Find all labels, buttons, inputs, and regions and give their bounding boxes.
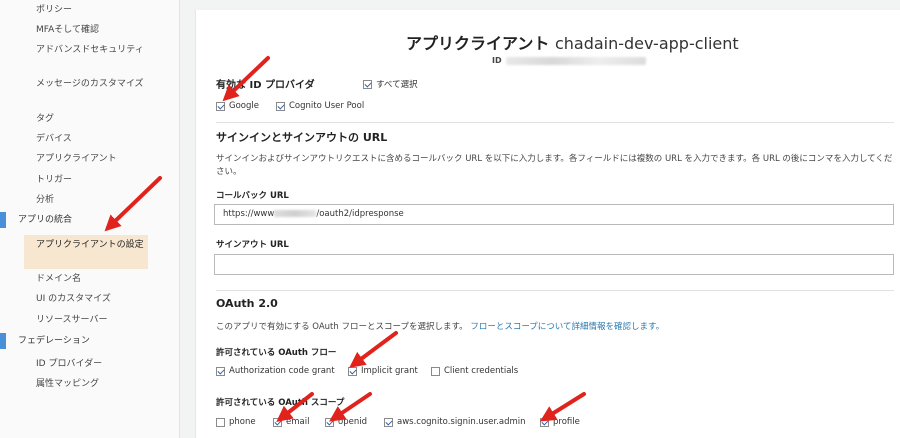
checkbox-label: Google [229,101,259,111]
scope-cognito-admin-checkbox[interactable]: aws.cognito.signin.user.admin [384,417,526,427]
checkbox-label: profile [553,417,580,427]
flow-client-credentials-checkbox[interactable]: Client credentials [431,366,518,376]
checkbox-box[interactable] [540,417,549,427]
client-id-label: ID [492,56,502,65]
sidebar-item-app-clients[interactable]: アプリクライアント [36,152,166,167]
select-all-checkbox[interactable]: すべて選択 [363,78,418,90]
scope-phone-checkbox[interactable]: phone [216,417,256,427]
checkbox-box[interactable] [384,417,393,427]
checkbox-box[interactable] [216,101,225,111]
oauth-description: このアプリで有効にする OAuth フローとスコープを選択します。 フローとスコ… [216,321,664,334]
callback-url-suffix: /oauth2/idpresponse [316,209,404,219]
checkbox-box[interactable] [273,417,282,427]
checkbox-label: Authorization code grant [229,366,335,376]
idp-google-checkbox[interactable]: Google [216,101,259,111]
client-id-redacted [506,57,646,65]
checkbox-box[interactable] [363,79,372,89]
signin-heading: サインインとサインアウトの URL [216,131,388,144]
sidebar-item-devices[interactable]: デバイス [36,132,166,147]
section-marker [0,333,6,349]
sidebar: ポリシー MFAそして確認 アドバンスドセキュリティ メッセージのカスタマイズ … [0,0,180,438]
sidebar-item-analytics[interactable]: 分析 [36,193,166,208]
main-panel: アプリクライアント chadain-dev-app-client ID 有効な … [195,10,900,438]
sidebar-item-policy[interactable]: ポリシー [36,3,166,18]
callback-url-input[interactable]: https://www/oauth2/idpresponse [214,204,894,225]
sidebar-item-app-client-settings[interactable]: アプリクライアントの設定 [24,235,148,269]
oauth-help-link[interactable]: フローとスコープについて詳細情報を確認します。 [470,322,664,332]
checkbox-box[interactable] [348,366,357,376]
idp-heading: 有効な ID プロバイダ [216,80,315,91]
checkbox-box[interactable] [276,101,285,111]
sidebar-item-label: アプリクライアントの設定 [36,240,144,250]
sidebar-item-tags[interactable]: タグ [36,112,166,127]
page-title: アプリクライアント chadain-dev-app-client [406,30,739,54]
checkbox-label: Client credentials [444,366,519,376]
oauth-description-text: このアプリで有効にする OAuth フローとスコープを選択します。 [216,322,468,332]
client-name: chadain-dev-app-client [554,34,739,53]
sidebar-item-message-customization[interactable]: メッセージのカスタマイズ [36,77,166,92]
divider [216,122,894,123]
checkbox-box[interactable] [431,366,440,376]
page-title-text: アプリクライアント [406,34,550,53]
sidebar-section-federation[interactable]: フェデレーション [0,333,168,349]
sidebar-item-advanced-security[interactable]: アドバンスドセキュリティ [36,43,166,58]
sidebar-item-ui-customization[interactable]: UI のカスタマイズ [36,292,166,307]
callback-url-label: コールバック URL [216,191,289,201]
callback-url-prefix: https://www [223,209,275,219]
checkbox-box[interactable] [216,366,225,376]
scope-openid-checkbox[interactable]: openid [325,417,367,427]
signin-description: サインインおよびサインアウトリクエストに含めるコールバック URL を以下に入力… [216,154,893,177]
oauth-flows-label: 許可されている OAuth フロー [216,348,337,358]
checkbox-label: openid [338,417,367,427]
checkbox-label: Implicit grant [361,366,418,376]
sidebar-section-label: フェデレーション [18,336,90,346]
checkbox-label: phone [229,417,256,427]
oauth-heading: OAuth 2.0 [216,297,278,310]
checkbox-label: aws.cognito.signin.user.admin [397,417,526,427]
scope-profile-checkbox[interactable]: profile [540,417,580,427]
divider [216,290,894,291]
callback-url-redacted [274,210,317,217]
sidebar-item-identity-providers[interactable]: ID プロバイダー [36,357,166,372]
signout-url-input[interactable] [214,254,894,275]
sidebar-item-resource-servers[interactable]: リソースサーバー [36,313,166,328]
checkbox-box[interactable] [216,417,225,427]
sidebar-item-domain-name[interactable]: ドメイン名 [36,272,166,287]
checkbox-label: email [286,417,310,427]
checkbox-label: すべて選択 [376,80,418,90]
checkbox-label: Cognito User Pool [289,101,365,111]
sidebar-item-mfa[interactable]: MFAそして確認 [36,23,166,38]
sidebar-item-triggers[interactable]: トリガー [36,173,166,188]
flow-authorization-code-checkbox[interactable]: Authorization code grant [216,366,335,376]
signout-url-label: サインアウト URL [216,240,289,250]
section-marker [0,212,6,228]
idp-cognito-checkbox[interactable]: Cognito User Pool [276,101,364,111]
checkbox-box[interactable] [325,417,334,427]
sidebar-section-label: アプリの統合 [18,215,73,225]
scope-email-checkbox[interactable]: email [273,417,309,427]
oauth-scopes-label: 許可されている OAuth スコープ [216,398,345,408]
sidebar-section-app-integration[interactable]: アプリの統合 [0,212,168,228]
flow-implicit-grant-checkbox[interactable]: Implicit grant [348,366,418,376]
sidebar-item-attribute-mapping[interactable]: 属性マッピング [36,377,166,392]
